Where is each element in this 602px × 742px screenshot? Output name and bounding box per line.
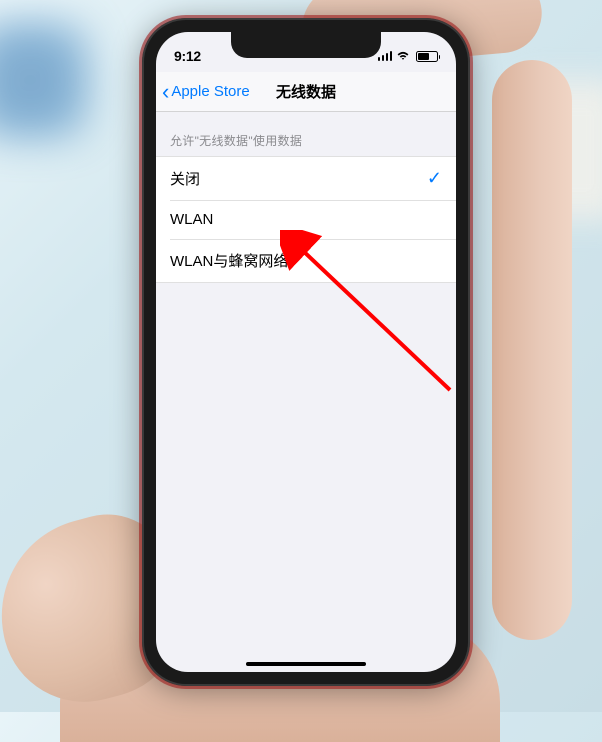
- options-list: 关闭 ✓ WLAN WLAN与蜂窝网络: [156, 156, 456, 283]
- phone-screen: 9:12 ‹ Apple Store 无线数据 允许": [156, 32, 456, 672]
- back-label: Apple Store: [171, 83, 249, 100]
- status-indicators: [378, 51, 439, 62]
- settings-content: 允许"无线数据"使用数据 关闭 ✓ WLAN WLAN与蜂窝网络: [156, 112, 456, 283]
- section-header: 允许"无线数据"使用数据: [156, 112, 456, 156]
- option-label: WLAN: [170, 211, 213, 228]
- checkmark-icon: ✓: [427, 168, 442, 189]
- option-wlan-cellular[interactable]: WLAN与蜂窝网络: [156, 239, 456, 282]
- option-label: 关闭: [170, 168, 200, 189]
- home-indicator[interactable]: [246, 662, 366, 666]
- notch: [231, 32, 381, 58]
- wifi-icon: [396, 51, 410, 61]
- navigation-bar: ‹ Apple Store 无线数据: [156, 72, 456, 112]
- option-label: WLAN与蜂窝网络: [170, 250, 288, 271]
- background-blur: [522, 80, 602, 220]
- back-button[interactable]: ‹ Apple Store: [156, 81, 250, 103]
- option-wlan[interactable]: WLAN: [156, 200, 456, 239]
- status-time: 9:12: [174, 48, 201, 64]
- cellular-signal-icon: [378, 51, 393, 61]
- chevron-left-icon: ‹: [162, 81, 169, 103]
- battery-icon: [416, 51, 438, 62]
- background-blur: [0, 20, 90, 140]
- iphone-device-frame: 9:12 ‹ Apple Store 无线数据 允许": [142, 18, 470, 686]
- option-off[interactable]: 关闭 ✓: [156, 157, 456, 200]
